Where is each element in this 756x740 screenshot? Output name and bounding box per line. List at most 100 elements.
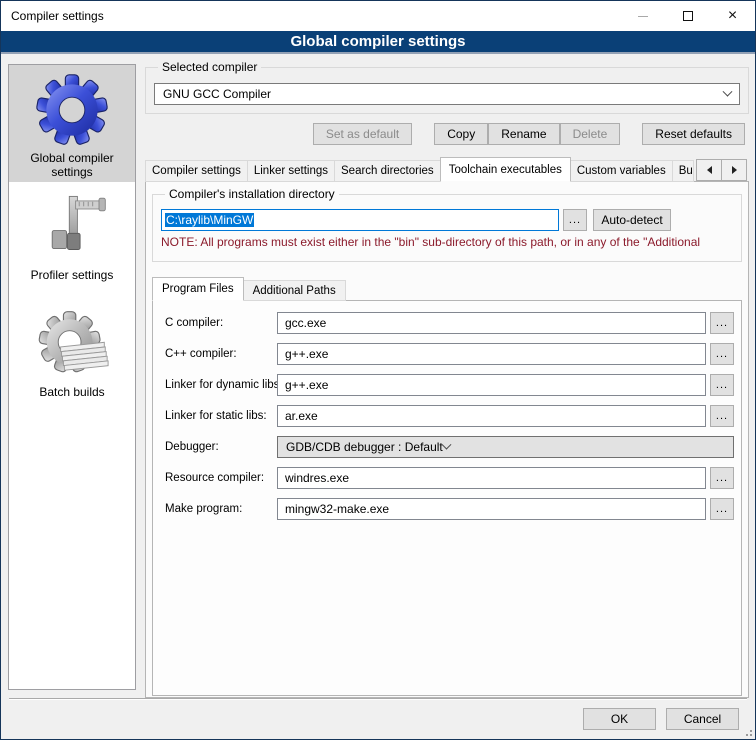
installation-directory-group-label: Compiler's installation directory: [165, 187, 339, 201]
minimize-icon: [638, 16, 648, 17]
reset-defaults-button[interactable]: Reset defaults: [642, 123, 745, 145]
sidebar-item-batch-builds[interactable]: Batch builds: [9, 299, 135, 416]
spacer: [412, 123, 434, 145]
maximize-button[interactable]: [665, 1, 710, 31]
make-program-value: mingw32-make.exe: [285, 502, 389, 516]
static-linker-field[interactable]: ar.exe: [277, 405, 706, 427]
caliper-icon: [32, 188, 112, 266]
static-linker-row: Linker for static libs: ar.exe ...: [165, 405, 734, 427]
caption-buttons: ×: [620, 1, 755, 31]
main-panel: Selected compiler GNU GCC Compiler Set a…: [145, 56, 749, 739]
close-button[interactable]: ×: [710, 1, 755, 31]
resource-compiler-label: Resource compiler:: [165, 472, 277, 484]
cpp-compiler-row: C++ compiler: g++.exe ...: [165, 343, 734, 365]
dialog-buttons: OK Cancel: [583, 708, 739, 730]
browse-directory-button[interactable]: ...: [563, 209, 587, 231]
subtab-additional-paths[interactable]: Additional Paths: [243, 280, 346, 301]
dynamic-linker-value: g++.exe: [285, 378, 328, 392]
make-program-browse-button[interactable]: ...: [710, 498, 734, 520]
resource-compiler-browse-button[interactable]: ...: [710, 467, 734, 489]
tab-scroll-right-button[interactable]: [721, 159, 747, 181]
cpp-compiler-field[interactable]: g++.exe: [277, 343, 706, 365]
toolchain-executables-page: Compiler's installation directory C:\ray…: [145, 181, 749, 698]
sidebar-item-profiler-settings[interactable]: Profiler settings: [9, 182, 135, 299]
c-compiler-row: C compiler: gcc.exe ...: [165, 312, 734, 334]
resource-compiler-value: windres.exe: [285, 471, 349, 485]
installation-note: NOTE: All programs must exist either in …: [161, 235, 741, 249]
set-as-default-button[interactable]: Set as default: [313, 123, 412, 145]
dynamic-linker-row: Linker for dynamic libs: g++.exe ...: [165, 374, 734, 396]
maximize-icon: [683, 11, 693, 21]
make-program-row: Make program: mingw32-make.exe ...: [165, 498, 734, 520]
settings-tabs: Compiler settings Linker settings Search…: [145, 157, 749, 182]
sidebar-item-label: Profiler settings: [31, 268, 114, 282]
compiler-actions: Set as default Copy Rename Delete Reset …: [145, 123, 749, 145]
cpp-compiler-browse-button[interactable]: ...: [710, 343, 734, 365]
arrow-left-icon: [707, 166, 712, 174]
compiler-select-value: GNU GCC Compiler: [163, 87, 724, 101]
c-compiler-value: gcc.exe: [285, 316, 326, 330]
installation-directory-value: C:\raylib\MinGW: [165, 213, 254, 227]
tab-linker-settings[interactable]: Linker settings: [247, 160, 335, 182]
make-program-label: Make program:: [165, 503, 277, 515]
tab-custom-variables[interactable]: Custom variables: [570, 160, 673, 182]
program-subtabs: Program Files Additional Paths: [152, 277, 742, 301]
installation-directory-row: C:\raylib\MinGW ... Auto-detect: [161, 209, 671, 231]
resource-compiler-row: Resource compiler: windres.exe ...: [165, 467, 734, 489]
minimize-button[interactable]: [620, 1, 665, 31]
auto-detect-button[interactable]: Auto-detect: [593, 209, 671, 231]
program-files-page: C compiler: gcc.exe ... C++ compiler: g+…: [152, 300, 742, 696]
arrow-right-icon: [732, 166, 737, 174]
sidebar-item-global-compiler-settings[interactable]: Global compiler settings: [9, 65, 135, 182]
blue-gear-icon: [32, 71, 112, 149]
installation-directory-input[interactable]: C:\raylib\MinGW: [161, 209, 559, 231]
c-compiler-browse-button[interactable]: ...: [710, 312, 734, 334]
settings-sidebar: Global compiler settings: [8, 64, 136, 690]
installation-directory-group: Compiler's installation directory C:\ray…: [152, 194, 742, 262]
tab-toolchain-executables[interactable]: Toolchain executables: [440, 157, 571, 182]
cpp-compiler-value: g++.exe: [285, 347, 328, 361]
tab-scroll-left-button[interactable]: [696, 159, 722, 181]
selected-compiler-group-label: Selected compiler: [158, 60, 261, 74]
sidebar-item-label: Global compiler settings: [9, 151, 135, 179]
cpp-compiler-label: C++ compiler:: [165, 348, 277, 360]
ok-button[interactable]: OK: [583, 708, 656, 730]
window-title: Compiler settings: [1, 9, 104, 23]
make-program-field[interactable]: mingw32-make.exe: [277, 498, 706, 520]
c-compiler-label: C compiler:: [165, 317, 277, 329]
dynamic-linker-field[interactable]: g++.exe: [277, 374, 706, 396]
footer-divider-highlight: [9, 699, 747, 700]
dialog-body: Global compiler settings: [1, 56, 755, 739]
rename-button[interactable]: Rename: [488, 123, 559, 145]
static-linker-value: ar.exe: [285, 409, 318, 423]
tab-search-directories[interactable]: Search directories: [334, 160, 441, 182]
tab-build-options[interactable]: Build options: [672, 160, 694, 182]
spacer: [620, 123, 642, 145]
debugger-label: Debugger:: [165, 441, 277, 453]
delete-button[interactable]: Delete: [560, 123, 621, 145]
chevron-down-icon: [723, 86, 733, 96]
dynamic-linker-browse-button[interactable]: ...: [710, 374, 734, 396]
cancel-button[interactable]: Cancel: [666, 708, 739, 730]
resize-grip[interactable]: [750, 734, 752, 736]
debugger-select[interactable]: GDB/CDB debugger : Default: [277, 436, 734, 458]
tab-compiler-settings[interactable]: Compiler settings: [145, 160, 248, 182]
compiler-settings-dialog: Compiler settings × Global compiler sett…: [0, 0, 756, 740]
c-compiler-field[interactable]: gcc.exe: [277, 312, 706, 334]
title-bar: Compiler settings ×: [1, 1, 755, 31]
grey-gear-stack-icon: [32, 305, 112, 383]
selected-compiler-group: Selected compiler GNU GCC Compiler: [145, 67, 749, 114]
subtab-program-files[interactable]: Program Files: [152, 277, 244, 301]
tab-scroll-arrows: [697, 159, 747, 181]
copy-button[interactable]: Copy: [434, 123, 488, 145]
debugger-row: Debugger: GDB/CDB debugger : Default: [165, 436, 734, 458]
static-linker-browse-button[interactable]: ...: [710, 405, 734, 427]
resource-compiler-field[interactable]: windres.exe: [277, 467, 706, 489]
compiler-select[interactable]: GNU GCC Compiler: [154, 83, 740, 105]
static-linker-label: Linker for static libs:: [165, 410, 277, 422]
debugger-value: GDB/CDB debugger : Default: [286, 440, 443, 454]
close-icon: ×: [728, 8, 737, 24]
sidebar-item-label: Batch builds: [39, 385, 104, 399]
dynamic-linker-label: Linker for dynamic libs:: [165, 379, 277, 391]
page-title: Global compiler settings: [1, 31, 755, 54]
